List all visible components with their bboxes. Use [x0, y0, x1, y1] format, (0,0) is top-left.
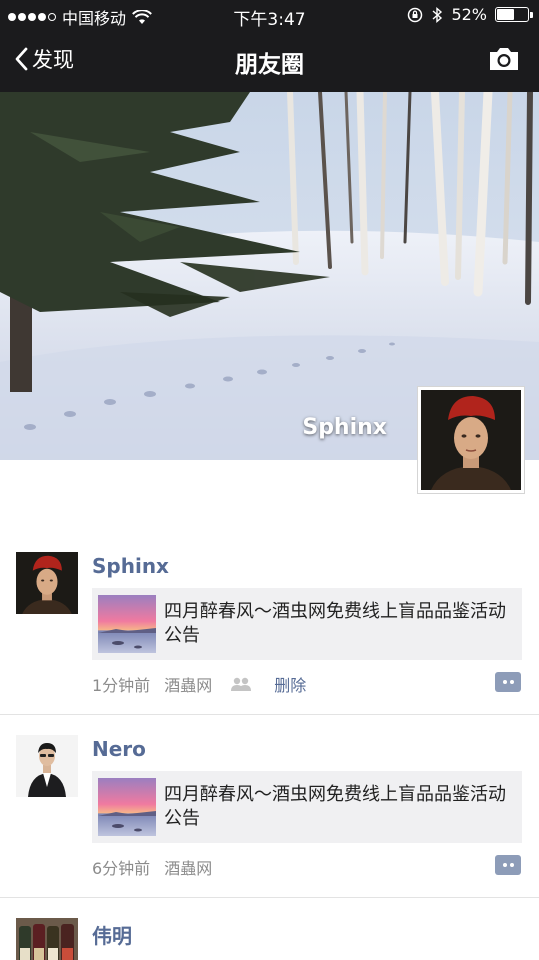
feed-post: Sphinx 四月醉春风～酒虫网免费线上盲品品鉴活动公告 1分钟前 酒蟲网 删除: [0, 532, 539, 715]
portrait-avatar-image: [421, 390, 521, 490]
post-time: 1分钟前: [92, 676, 151, 695]
wine-bottles-avatar-image: [16, 918, 78, 960]
post-author[interactable]: 伟明: [92, 920, 132, 949]
sunset-thumbnail: [98, 778, 156, 836]
post-time: 6分钟前: [92, 859, 151, 878]
status-bar: 中国移动 下午3:47 52%: [0, 0, 539, 30]
post-meta: 1分钟前 酒蟲网 删除: [92, 672, 306, 696]
moments-feed: Sphinx 四月醉春风～酒虫网免费线上盲品品鉴活动公告 1分钟前 酒蟲网 删除…: [0, 532, 539, 960]
navigation-bar: 发现 朋友圈: [0, 30, 539, 92]
friends-icon: [231, 677, 252, 691]
shared-link-card[interactable]: 四月醉春风～酒虫网免费线上盲品品鉴活动公告: [92, 771, 522, 843]
cover-owner-name: Sphinx: [302, 415, 387, 440]
portrait-avatar-image: [16, 552, 78, 614]
post-author[interactable]: Sphinx: [92, 554, 169, 578]
top-bar: 中国移动 下午3:47 52% 发现 朋友圈: [0, 0, 539, 92]
post-meta: 6分钟前 酒蟲网: [92, 855, 212, 879]
link-title: 四月醉春风～酒虫网免费线上盲品品鉴活动公告: [164, 784, 506, 829]
sunset-thumbnail: [98, 595, 156, 653]
feed-post: 伟明: [0, 898, 539, 960]
bluetooth-icon: [432, 6, 443, 23]
post-avatar[interactable]: [16, 918, 78, 960]
battery-percent: 52%: [451, 5, 487, 24]
post-author[interactable]: Nero: [92, 737, 146, 761]
status-right: 52%: [407, 5, 533, 24]
post-avatar[interactable]: [16, 735, 78, 797]
person-avatar-image: [16, 735, 78, 797]
shared-link-card[interactable]: 四月醉春风～酒虫网免费线上盲品品鉴活动公告: [92, 588, 522, 660]
post-avatar[interactable]: [16, 552, 78, 614]
page-title: 朋友圈: [235, 52, 304, 78]
camera-icon[interactable]: [487, 45, 521, 73]
rotation-lock-icon: [408, 7, 423, 22]
post-source[interactable]: 酒蟲网: [164, 855, 212, 879]
battery-icon: [495, 7, 533, 22]
comment-button[interactable]: [495, 672, 521, 692]
link-title: 四月醉春风～酒虫网免费线上盲品品鉴活动公告: [164, 601, 506, 646]
profile-avatar[interactable]: [417, 386, 525, 494]
feed-post: Nero 四月醉春风～酒虫网免费线上盲品品鉴活动公告 6分钟前 酒蟲网: [0, 715, 539, 898]
post-source[interactable]: 酒蟲网: [164, 672, 212, 696]
delete-button[interactable]: 删除: [274, 672, 306, 696]
comment-button[interactable]: [495, 855, 521, 875]
